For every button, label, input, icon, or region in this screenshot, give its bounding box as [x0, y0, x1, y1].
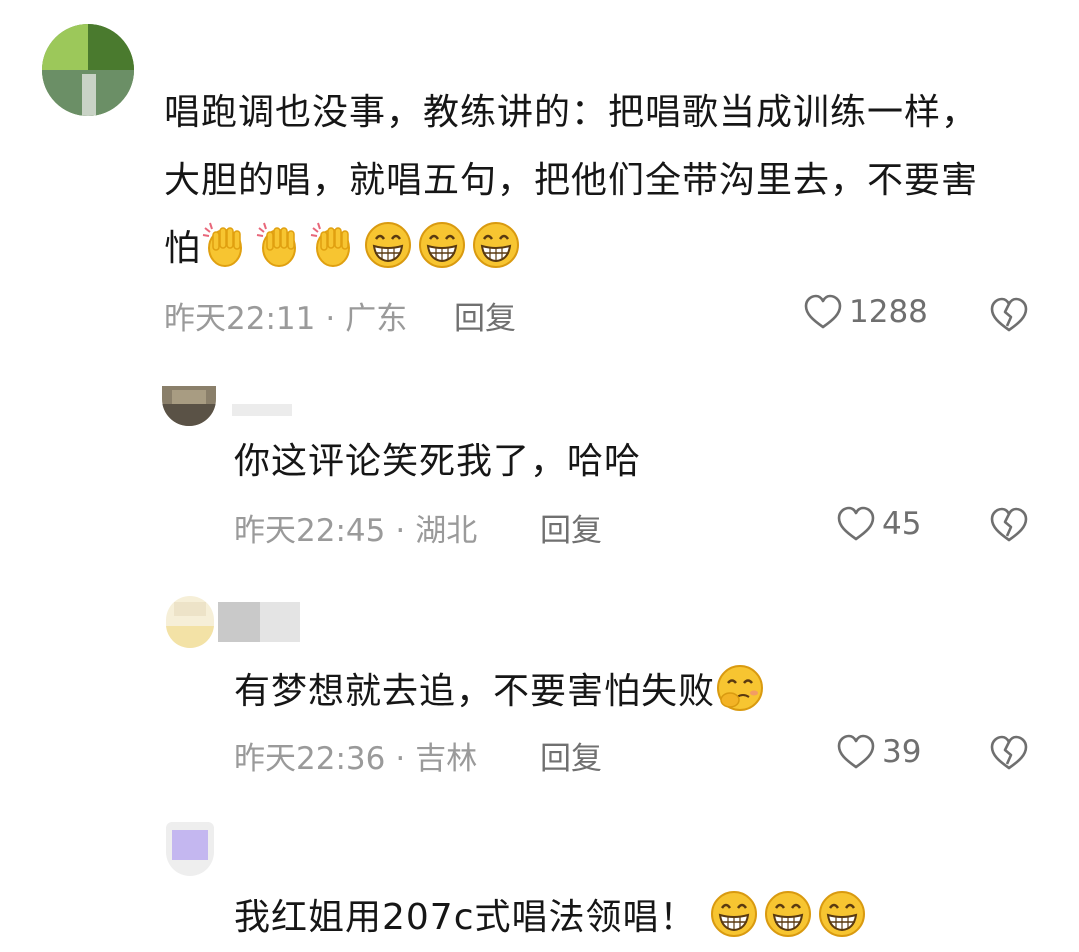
comment-text: 你这评论笑死我了，哈哈 — [234, 441, 642, 482]
grin-icon — [763, 889, 813, 939]
broken-heart-icon[interactable] — [989, 734, 1029, 772]
clap-icon — [255, 220, 305, 270]
reply-button[interactable]: 回复 — [454, 293, 516, 338]
comment-text-line: 唱跑调也没事，教练讲的：把唱歌当成训练一样， — [164, 92, 979, 133]
like-button[interactable]: 45 — [836, 505, 921, 543]
comment-text-line: 有梦想就去追，不要害怕失败 — [234, 671, 716, 712]
username-mosaic — [260, 602, 300, 642]
reply-button[interactable]: 回复 — [540, 733, 602, 778]
comment-text: 我红姐用207c式唱法领唱！ — [234, 884, 871, 952]
avatar[interactable] — [166, 596, 214, 648]
grin-icon — [471, 220, 521, 270]
avatar-image — [166, 596, 214, 648]
avatar-image — [162, 386, 216, 426]
comment-location: 湖北 — [415, 513, 478, 549]
comment-location: 吉林 — [415, 741, 478, 777]
avatar[interactable] — [42, 24, 134, 116]
grin-icon — [363, 220, 413, 270]
reply-button[interactable]: 回复 — [540, 505, 602, 550]
separator: · — [395, 741, 406, 777]
username-mosaic — [232, 404, 292, 416]
grin-icon — [417, 220, 467, 270]
clap-icon — [201, 220, 251, 270]
comment-text: 唱跑调也没事，教练讲的：把唱歌当成训练一样， 大胆的唱，就唱五句，把他们全带沟里… — [164, 79, 1044, 283]
avatar-image — [42, 24, 134, 116]
comment-text-line: 怕 — [164, 228, 202, 269]
broken-heart-icon[interactable] — [989, 296, 1029, 334]
avatar-image — [166, 822, 214, 876]
comment-text: 有梦想就去追，不要害怕失败 — [234, 658, 769, 726]
like-button[interactable]: 39 — [836, 733, 921, 771]
comment-meta: 昨天22:36 · 吉林 — [234, 733, 477, 778]
username-mosaic — [218, 602, 260, 642]
grin-icon — [709, 889, 759, 939]
heart-icon — [804, 294, 842, 329]
like-count: 1288 — [849, 294, 928, 330]
separator: · — [395, 513, 406, 549]
like-count: 45 — [882, 506, 922, 542]
grin-icon — [817, 889, 867, 939]
comment-time: 昨天22:11 — [164, 301, 316, 337]
comment-location: 广东 — [345, 301, 408, 337]
comment-text-line: 大胆的唱，就唱五句，把他们全带沟里去，不要害 — [164, 160, 979, 201]
comment-time: 昨天22:45 — [234, 513, 386, 549]
avatar[interactable] — [162, 386, 216, 426]
heart-icon — [837, 506, 875, 541]
separator: · — [325, 301, 336, 337]
comment-time: 昨天22:36 — [234, 741, 386, 777]
like-button[interactable]: 1288 — [803, 293, 928, 331]
comment-meta: 昨天22:11 · 广东 — [164, 293, 407, 338]
like-count: 39 — [882, 734, 922, 770]
comment-meta: 昨天22:45 · 湖北 — [234, 505, 477, 550]
heart-icon — [837, 734, 875, 769]
giggle-icon — [715, 663, 765, 713]
comment-text-line: 我红姐用207c式唱法领唱！ — [234, 897, 697, 938]
avatar[interactable] — [166, 822, 214, 876]
broken-heart-icon[interactable] — [989, 506, 1029, 544]
clap-icon — [309, 220, 359, 270]
